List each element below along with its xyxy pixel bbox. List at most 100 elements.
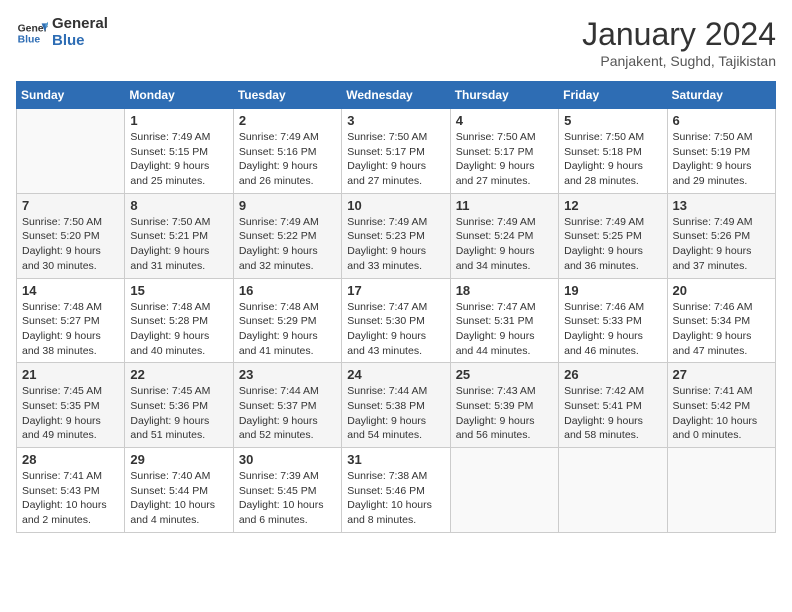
calendar-cell: 12 Sunrise: 7:49 AM Sunset: 5:25 PM Dayli… bbox=[559, 193, 667, 278]
calendar-cell bbox=[450, 448, 558, 533]
calendar-cell: 11 Sunrise: 7:49 AM Sunset: 5:24 PM Dayli… bbox=[450, 193, 558, 278]
calendar-cell bbox=[667, 448, 775, 533]
calendar-cell: 20 Sunrise: 7:46 AM Sunset: 5:34 PM Dayli… bbox=[667, 278, 775, 363]
day-info: Sunrise: 7:42 AM Sunset: 5:41 PM Dayligh… bbox=[564, 384, 661, 443]
day-info: Sunrise: 7:49 AM Sunset: 5:25 PM Dayligh… bbox=[564, 215, 661, 274]
day-info: Sunrise: 7:40 AM Sunset: 5:44 PM Dayligh… bbox=[130, 469, 227, 528]
day-of-week-header: Sunday bbox=[17, 82, 125, 109]
calendar-cell: 7 Sunrise: 7:50 AM Sunset: 5:20 PM Daylig… bbox=[17, 193, 125, 278]
calendar-cell: 3 Sunrise: 7:50 AM Sunset: 5:17 PM Daylig… bbox=[342, 109, 450, 194]
day-of-week-header: Wednesday bbox=[342, 82, 450, 109]
day-of-week-header: Thursday bbox=[450, 82, 558, 109]
day-number: 6 bbox=[673, 113, 770, 128]
day-info: Sunrise: 7:50 AM Sunset: 5:19 PM Dayligh… bbox=[673, 130, 770, 189]
day-info: Sunrise: 7:44 AM Sunset: 5:37 PM Dayligh… bbox=[239, 384, 336, 443]
logo-icon: General Blue bbox=[16, 17, 48, 49]
day-number: 24 bbox=[347, 367, 444, 382]
logo-line1: General bbox=[52, 16, 108, 33]
day-number: 11 bbox=[456, 198, 553, 213]
day-info: Sunrise: 7:50 AM Sunset: 5:20 PM Dayligh… bbox=[22, 215, 119, 274]
day-number: 19 bbox=[564, 283, 661, 298]
day-number: 26 bbox=[564, 367, 661, 382]
calendar-cell: 18Sunrise: 7:47 AM Sunset: 5:31 PM Dayli… bbox=[450, 278, 558, 363]
day-info: Sunrise: 7:49 AM Sunset: 5:24 PM Dayligh… bbox=[456, 215, 553, 274]
day-info: Sunrise: 7:41 AM Sunset: 5:42 PM Dayligh… bbox=[673, 384, 770, 443]
day-info: Sunrise: 7:46 AM Sunset: 5:34 PM Dayligh… bbox=[673, 300, 770, 359]
day-number: 12 bbox=[564, 198, 661, 213]
calendar-cell: 26 Sunrise: 7:42 AM Sunset: 5:41 PM Dayli… bbox=[559, 363, 667, 448]
day-number: 3 bbox=[347, 113, 444, 128]
calendar-cell: 14Sunrise: 7:48 AM Sunset: 5:27 PM Dayli… bbox=[17, 278, 125, 363]
day-number: 16 bbox=[239, 283, 336, 298]
day-number: 20 bbox=[673, 283, 770, 298]
day-number: 28 bbox=[22, 452, 119, 467]
calendar-cell: 30Sunrise: 7:39 AM Sunset: 5:45 PM Dayli… bbox=[233, 448, 341, 533]
day-info: Sunrise: 7:47 AM Sunset: 5:31 PM Dayligh… bbox=[456, 300, 553, 359]
day-info: Sunrise: 7:50 AM Sunset: 5:17 PM Dayligh… bbox=[347, 130, 444, 189]
day-info: Sunrise: 7:50 AM Sunset: 5:17 PM Dayligh… bbox=[456, 130, 553, 189]
day-info: Sunrise: 7:41 AM Sunset: 5:43 PM Dayligh… bbox=[22, 469, 119, 528]
calendar-cell: 23 Sunrise: 7:44 AM Sunset: 5:37 PM Dayli… bbox=[233, 363, 341, 448]
day-of-week-header: Tuesday bbox=[233, 82, 341, 109]
day-number: 7 bbox=[22, 198, 119, 213]
calendar-cell: 10 Sunrise: 7:49 AM Sunset: 5:23 PM Dayli… bbox=[342, 193, 450, 278]
day-number: 27 bbox=[673, 367, 770, 382]
calendar-cell: 25 Sunrise: 7:43 AM Sunset: 5:39 PM Dayli… bbox=[450, 363, 558, 448]
calendar-cell: 16 Sunrise: 7:48 AM Sunset: 5:29 PM Dayli… bbox=[233, 278, 341, 363]
calendar-cell: 29 Sunrise: 7:40 AM Sunset: 5:44 PM Dayli… bbox=[125, 448, 233, 533]
day-number: 2 bbox=[239, 113, 336, 128]
title-block: January 2024 Panjakent, Sughd, Tajikista… bbox=[582, 16, 776, 69]
day-number: 13 bbox=[673, 198, 770, 213]
day-info: Sunrise: 7:39 AM Sunset: 5:45 PM Dayligh… bbox=[239, 469, 336, 528]
day-info: Sunrise: 7:49 AM Sunset: 5:15 PM Dayligh… bbox=[130, 130, 227, 189]
calendar-week-row: 28 Sunrise: 7:41 AM Sunset: 5:43 PM Dayli… bbox=[17, 448, 776, 533]
day-number: 23 bbox=[239, 367, 336, 382]
day-info: Sunrise: 7:46 AM Sunset: 5:33 PM Dayligh… bbox=[564, 300, 661, 359]
calendar-week-row: 7 Sunrise: 7:50 AM Sunset: 5:20 PM Daylig… bbox=[17, 193, 776, 278]
day-of-week-header: Monday bbox=[125, 82, 233, 109]
calendar-cell: 24 Sunrise: 7:44 AM Sunset: 5:38 PM Dayli… bbox=[342, 363, 450, 448]
day-info: Sunrise: 7:50 AM Sunset: 5:21 PM Dayligh… bbox=[130, 215, 227, 274]
calendar-table: SundayMondayTuesdayWednesdayThursdayFrid… bbox=[16, 81, 776, 533]
logo: General Blue General Blue bbox=[16, 16, 108, 49]
logo-line2: Blue bbox=[52, 33, 108, 50]
calendar-cell: 8 Sunrise: 7:50 AM Sunset: 5:21 PM Daylig… bbox=[125, 193, 233, 278]
calendar-cell: 22Sunrise: 7:45 AM Sunset: 5:36 PM Dayli… bbox=[125, 363, 233, 448]
day-number: 5 bbox=[564, 113, 661, 128]
day-number: 8 bbox=[130, 198, 227, 213]
calendar-cell bbox=[559, 448, 667, 533]
day-info: Sunrise: 7:43 AM Sunset: 5:39 PM Dayligh… bbox=[456, 384, 553, 443]
calendar-cell: 31 Sunrise: 7:38 AM Sunset: 5:46 PM Dayli… bbox=[342, 448, 450, 533]
day-number: 21 bbox=[22, 367, 119, 382]
day-info: Sunrise: 7:45 AM Sunset: 5:35 PM Dayligh… bbox=[22, 384, 119, 443]
day-info: Sunrise: 7:44 AM Sunset: 5:38 PM Dayligh… bbox=[347, 384, 444, 443]
calendar-cell: 1Sunrise: 7:49 AM Sunset: 5:15 PM Daylig… bbox=[125, 109, 233, 194]
page-header: General Blue General Blue January 2024 P… bbox=[16, 16, 776, 69]
day-number: 4 bbox=[456, 113, 553, 128]
day-info: Sunrise: 7:49 AM Sunset: 5:23 PM Dayligh… bbox=[347, 215, 444, 274]
day-info: Sunrise: 7:38 AM Sunset: 5:46 PM Dayligh… bbox=[347, 469, 444, 528]
day-info: Sunrise: 7:50 AM Sunset: 5:18 PM Dayligh… bbox=[564, 130, 661, 189]
calendar-cell: 15Sunrise: 7:48 AM Sunset: 5:28 PM Dayli… bbox=[125, 278, 233, 363]
day-info: Sunrise: 7:47 AM Sunset: 5:30 PM Dayligh… bbox=[347, 300, 444, 359]
day-info: Sunrise: 7:48 AM Sunset: 5:29 PM Dayligh… bbox=[239, 300, 336, 359]
day-number: 25 bbox=[456, 367, 553, 382]
day-number: 17 bbox=[347, 283, 444, 298]
day-info: Sunrise: 7:48 AM Sunset: 5:28 PM Dayligh… bbox=[130, 300, 227, 359]
calendar-cell: 19 Sunrise: 7:46 AM Sunset: 5:33 PM Dayli… bbox=[559, 278, 667, 363]
calendar-week-row: 21 Sunrise: 7:45 AM Sunset: 5:35 PM Dayli… bbox=[17, 363, 776, 448]
day-number: 10 bbox=[347, 198, 444, 213]
day-number: 31 bbox=[347, 452, 444, 467]
calendar-week-row: 1Sunrise: 7:49 AM Sunset: 5:15 PM Daylig… bbox=[17, 109, 776, 194]
calendar-cell: 13 Sunrise: 7:49 AM Sunset: 5:26 PM Dayli… bbox=[667, 193, 775, 278]
month-title: January 2024 bbox=[582, 16, 776, 53]
calendar-cell: 5 Sunrise: 7:50 AM Sunset: 5:18 PM Daylig… bbox=[559, 109, 667, 194]
day-info: Sunrise: 7:49 AM Sunset: 5:22 PM Dayligh… bbox=[239, 215, 336, 274]
calendar-cell: 27 Sunrise: 7:41 AM Sunset: 5:42 PM Dayli… bbox=[667, 363, 775, 448]
day-number: 14 bbox=[22, 283, 119, 298]
day-number: 9 bbox=[239, 198, 336, 213]
calendar-cell: 21 Sunrise: 7:45 AM Sunset: 5:35 PM Dayli… bbox=[17, 363, 125, 448]
day-number: 29 bbox=[130, 452, 227, 467]
day-number: 22 bbox=[130, 367, 227, 382]
day-info: Sunrise: 7:49 AM Sunset: 5:26 PM Dayligh… bbox=[673, 215, 770, 274]
